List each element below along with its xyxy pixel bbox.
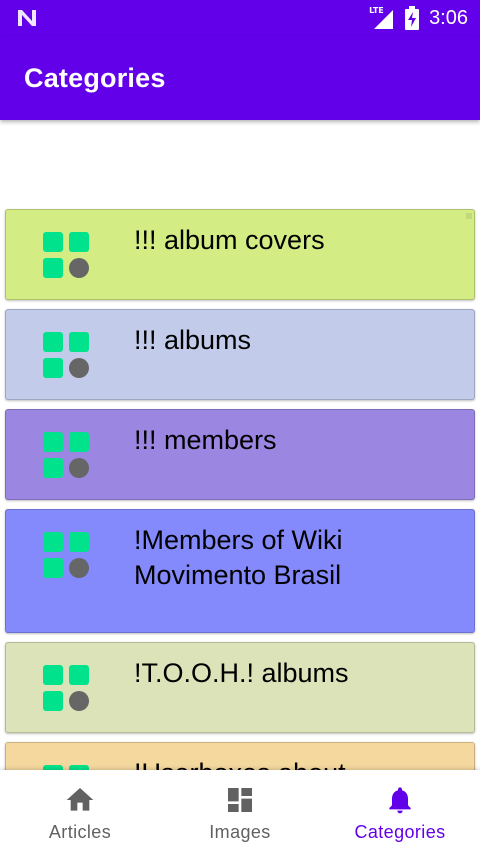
category-icon [43,332,89,378]
nav-label: Articles [48,822,112,842]
app-bar: Categories [0,36,480,120]
category-label: !Members of Wiki Movimento Brasil [134,525,343,590]
nav-item-images[interactable]: Images [160,770,320,854]
category-card[interactable]: !Userboxes about [5,742,475,770]
category-icon [43,665,89,711]
category-label: !!! albums [134,325,252,355]
category-card[interactable]: !!! album covers [5,209,475,300]
status-icons: LTE 3:06 [369,0,468,36]
nav-label: Categories [354,822,446,842]
page-title: Categories [24,63,166,93]
bell-icon [389,787,411,814]
screen: LTE 3:06 Categories !!! album covers !!!… [0,0,480,854]
category-card[interactable]: !T.O.O.H.! albums [5,642,475,733]
nav-label: Images [209,822,271,842]
clock: 3:06 [429,6,468,29]
category-label: !!! album covers [134,225,325,255]
nav-item-categories[interactable]: Categories [320,770,480,854]
category-list[interactable]: !!! album covers !!! albums !!! members [0,120,480,770]
category-icon [43,232,89,278]
category-card[interactable]: !!! members [5,409,475,500]
home-icon [66,788,94,811]
category-label: !Userboxes about [134,756,414,770]
category-card[interactable]: !!! albums [5,309,475,400]
battery-charging-icon [405,6,420,30]
n-logo-icon [18,10,36,26]
signal-icon [374,10,394,29]
category-icon [43,432,89,478]
lte-signal: LTE [369,6,395,30]
category-icon [43,532,89,578]
category-card[interactable]: !Members of Wiki Movimento Brasil [5,509,475,633]
nav-item-articles[interactable]: Articles [0,770,160,854]
scrollbar[interactable] [466,213,472,219]
status-bar: LTE 3:06 [0,0,480,36]
bottom-navigation: Articles Images Categories [0,770,480,854]
category-label: !!! members [134,425,277,455]
category-label: !T.O.O.H.! albums [134,658,349,688]
dashboard-icon [228,788,252,812]
